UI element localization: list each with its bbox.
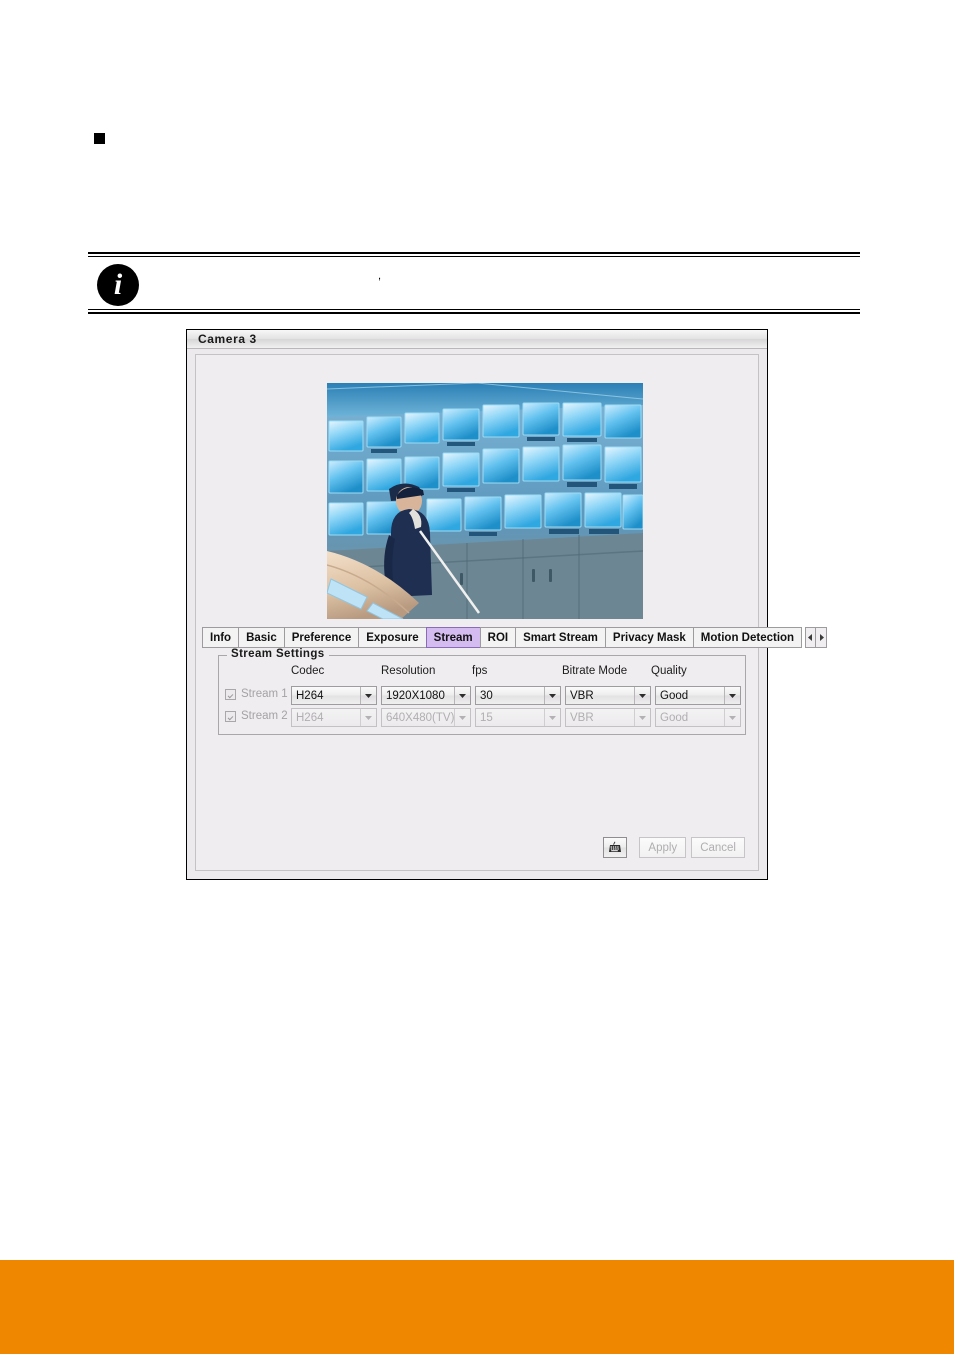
camera-preview-image [327,383,643,619]
chevron-down-icon [544,687,560,704]
camera-preview[interactable] [327,383,643,619]
tab-exposure[interactable]: Exposure [358,627,426,648]
square-bullet [94,133,105,144]
stream-2-quality-select: Good [655,708,741,727]
chevron-down-icon [454,687,470,704]
cancel-button[interactable]: Cancel [691,837,745,858]
tab-stream[interactable]: Stream [425,627,480,648]
chevron-down-icon [724,709,740,726]
tab-scroll-buttons[interactable] [805,627,828,649]
column-header-bitrate-mode: Bitrate Mode [562,665,628,677]
tab-motion-detection[interactable]: Motion Detection [692,627,803,648]
chevron-down-icon [634,687,650,704]
stream-2-resolution-select: 640X480(TV) [381,708,471,727]
tab-privacy-mask[interactable]: Privacy Mask [604,627,693,648]
stream-row-2: Stream 2 H264 640X480(TV) 15 VBR Good [219,708,745,727]
stream-2-codec-select: H264 [291,708,377,727]
stream-1-resolution-select[interactable]: 1920X1080 [381,686,471,705]
stream-1-label: Stream 1 [241,688,288,700]
keypad-icon[interactable] [603,837,628,858]
column-header-codec: Codec [291,665,325,677]
stream-1-quality-select[interactable]: Good [655,686,741,705]
column-header-quality: Quality [651,665,687,677]
info-icon: i [97,264,139,306]
stream-settings-column-headers: Codec Resolution fps Bitrate Mode Qualit… [219,665,745,681]
tab-preference[interactable]: Preference [283,627,359,648]
stream-settings-group: Stream Settings Codec Resolution fps Bit… [218,648,746,735]
chevron-down-icon [634,709,650,726]
note-callout: i , [88,252,860,314]
tab-smart-stream[interactable]: Smart Stream [515,627,605,648]
chevron-left-icon[interactable] [805,627,817,648]
column-header-fps: fps [472,665,488,677]
dialog-button-bar: Apply Cancel [603,837,745,858]
chevron-right-icon[interactable] [816,627,828,648]
stream-1-codec-select[interactable]: H264 [291,686,377,705]
window-body: Info Basic Preference Exposure Stream RO… [195,354,828,871]
stream-2-fps-select: 15 [475,708,561,727]
stream-row-1: Stream 1 H264 1920X1080 30 VBR Good [219,686,745,705]
checkbox-checked-icon [225,688,236,700]
chevron-down-icon [360,709,376,726]
window-title: Camera 3 [198,332,257,346]
checkbox-checked-icon [225,710,236,722]
stream-1-enable-checkbox[interactable]: Stream 1 [225,688,288,700]
chevron-down-icon [544,709,560,726]
settings-tabbar[interactable]: Info Basic Preference Exposure Stream RO… [202,627,828,649]
note-text: , [378,270,382,282]
apply-button[interactable]: Apply [639,837,687,858]
stream-settings-title: Stream Settings [227,648,329,660]
footer-band [0,1260,954,1354]
tab-info[interactable]: Info [202,627,239,648]
chevron-down-icon [454,709,470,726]
stream-1-fps-select[interactable]: 30 [475,686,561,705]
chevron-down-icon [360,687,376,704]
tab-basic[interactable]: Basic [238,627,284,648]
stream-2-label: Stream 2 [241,710,288,722]
window-titlebar: Camera 3 [187,330,767,349]
chevron-down-icon [724,687,740,704]
stream-2-enable-checkbox[interactable]: Stream 2 [225,710,288,722]
column-header-resolution: Resolution [381,665,436,677]
tab-roi[interactable]: ROI [479,627,516,648]
camera-settings-window: Camera 3 Info Basic Preference Exposure … [186,329,828,880]
stream-1-bitrate-mode-select[interactable]: VBR [565,686,651,705]
stream-2-bitrate-mode-select: VBR [565,708,651,727]
